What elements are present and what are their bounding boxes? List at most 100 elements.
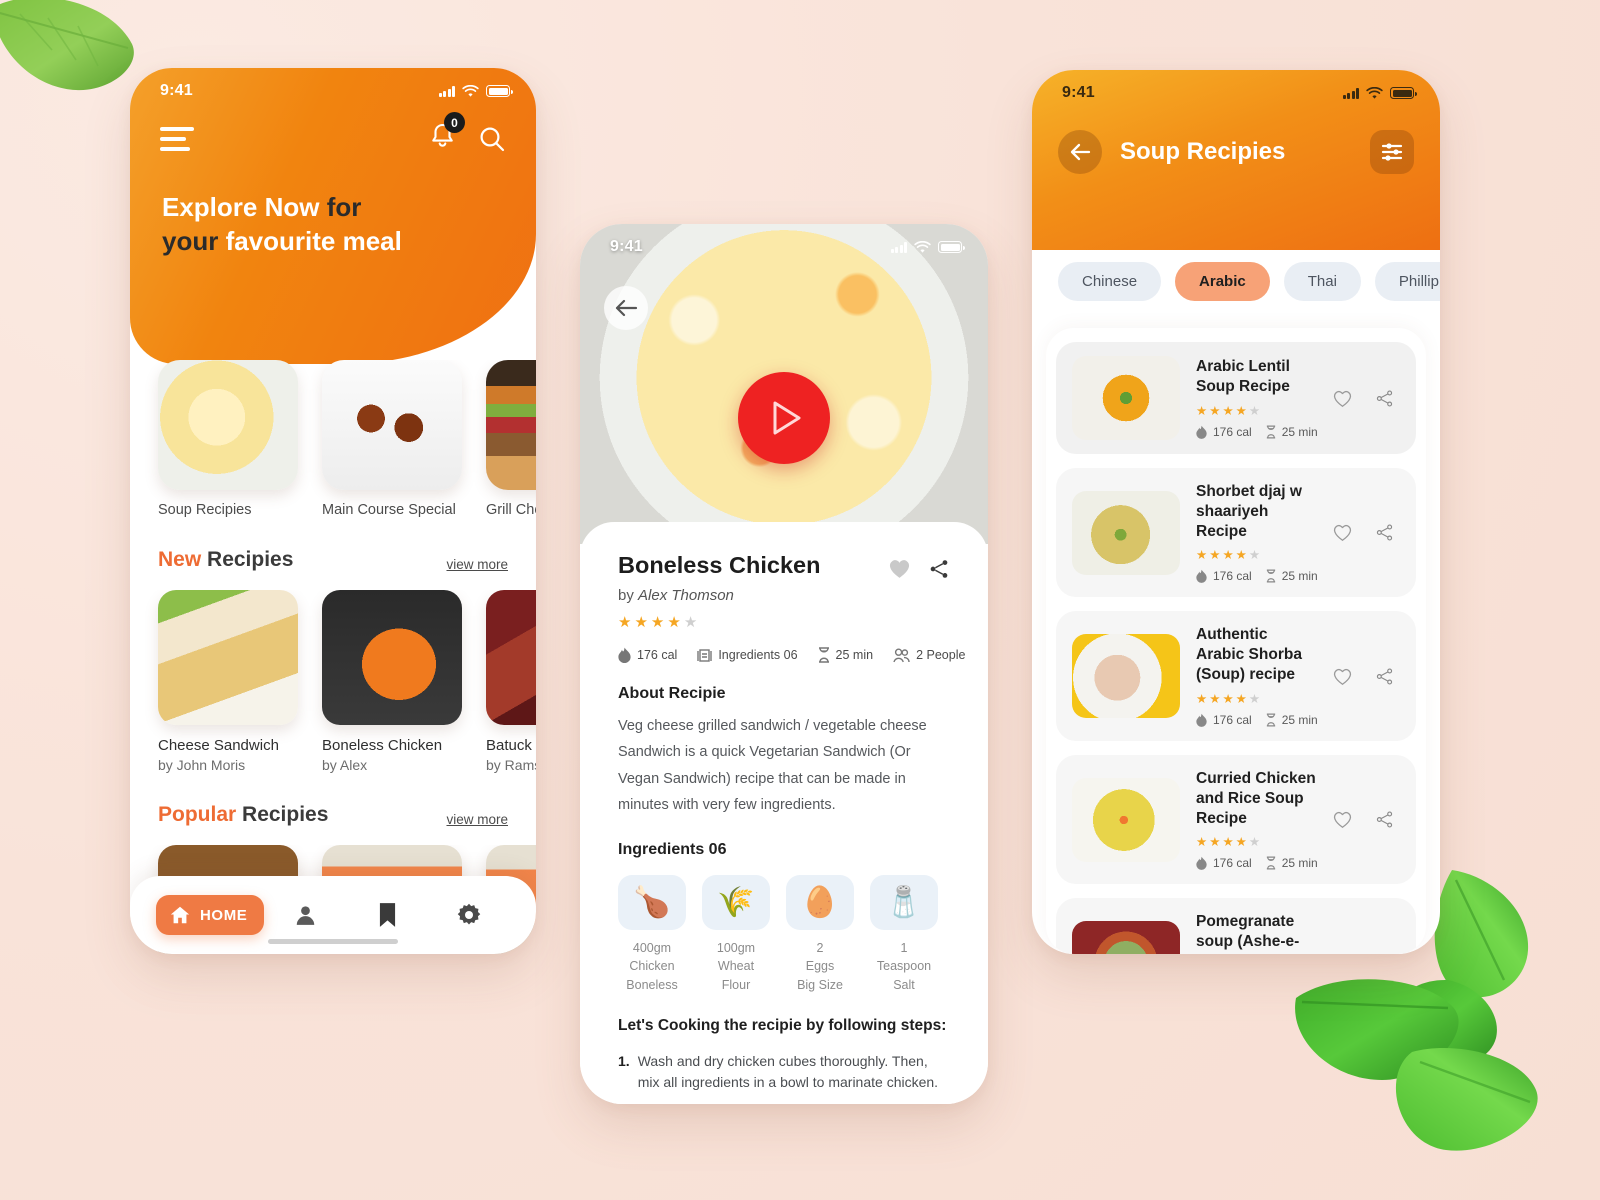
heart-outline-icon[interactable] (1332, 389, 1353, 408)
star-filled: ★ (1235, 691, 1247, 706)
stat-time: 25 min (1266, 425, 1318, 439)
share-icon[interactable] (1375, 810, 1394, 829)
play-video-button[interactable] (738, 372, 830, 464)
ingredient-amount: 1 (900, 940, 908, 955)
bookmark-icon (379, 903, 395, 927)
ingredient-item[interactable]: 🥚 2 Eggs Big Size (786, 874, 854, 995)
section-header-new: New Recipies view more (130, 518, 536, 590)
recipe-list-item[interactable]: Pomegranate soup (Ashe-e-anar) Recipe ★★… (1056, 898, 1416, 954)
recipe-name: Pomegranate soup (Ashe-e-anar) Recipe (1196, 913, 1300, 954)
tab-profile[interactable] (264, 903, 346, 928)
stat-calories: 176 cal (1196, 425, 1252, 439)
flame-icon (1196, 570, 1207, 584)
ingredient-item[interactable]: 🍗 400gm Chicken Boneless (618, 874, 686, 995)
ingredient-line3: Flour (721, 978, 751, 992)
status-icons (1342, 86, 1417, 100)
stat-label: 25 min (1281, 424, 1318, 439)
tab-home[interactable]: HOME (156, 895, 265, 935)
notifications-button[interactable]: 0 (429, 112, 465, 156)
new-recipes-row[interactable]: Cheese Sandwich by John Moris Boneless C… (130, 590, 536, 773)
category-label: Main Course Special (322, 502, 456, 518)
star-filled: ★ (1235, 403, 1247, 418)
recipe-list[interactable]: Arabic Lentil Soup Recipe ★ ★ ★ ★ ★ 176 cal … (1046, 328, 1426, 954)
hero-line1-rest: for (319, 192, 362, 222)
recipe-card[interactable]: Batuck Tu by Ramsh (486, 590, 536, 773)
hero-line2-rest: favourite meal (218, 226, 402, 257)
share-icon[interactable] (1375, 523, 1394, 542)
tab-bookmarks[interactable] (346, 902, 428, 928)
ingredient-line3: Salt (893, 978, 915, 992)
stat-time: 25 min (818, 647, 873, 663)
view-more-link[interactable]: view more (446, 557, 508, 572)
chip-chinese[interactable]: Chinese (1058, 262, 1162, 301)
recipe-name: Shorbet djaj w shaariyeh Recipe (1196, 483, 1302, 540)
stat-label: Ingredients 06 (718, 648, 798, 662)
back-button[interactable] (1058, 130, 1102, 174)
heart-outline-icon[interactable] (1332, 667, 1353, 686)
tab-settings[interactable] (428, 902, 510, 928)
star-filled: ★ (1196, 548, 1208, 563)
home-topbar: 0 (130, 100, 536, 156)
cuisine-filter-chips[interactable]: Chinese Arabic Thai Phillipines (1032, 262, 1440, 301)
category-thumbnail (158, 360, 298, 490)
ingredients-row[interactable]: 🍗 400gm Chicken Boneless 🌾 100gm Wheat F… (618, 874, 950, 995)
recipe-info: Arabic Lentil Soup Recipe ★ ★ ★ ★ ★ 176 cal … (1196, 357, 1318, 439)
hourglass-icon (1266, 425, 1275, 439)
ingredient-line2: Eggs (805, 959, 835, 974)
stat-time: 25 min (1266, 569, 1318, 583)
share-icon[interactable] (1375, 389, 1394, 408)
ingredient-line2: Teaspoon (876, 959, 932, 974)
recipe-list-item[interactable]: Curried Chicken and Rice Soup Recipe ★ ★ ★… (1056, 754, 1416, 885)
category-row[interactable]: Soup Recipies Main Course Special Grill … (130, 360, 536, 518)
recipe-list-item[interactable]: Authentic Arabic Shorba (Soup) recipe ★ ★… (1056, 611, 1416, 741)
recipe-rating[interactable]: ★ ★ ★ ★ ★ (618, 613, 950, 631)
section-title-accent: Popular (158, 803, 237, 826)
chip-phillipines[interactable]: Phillipines (1374, 262, 1440, 301)
heart-outline-icon[interactable] (1332, 810, 1353, 829)
recipe-rating: ★ ★ ★ ★ ★ (1196, 691, 1316, 706)
phone-soup-list: 9:41 Soup Recipies Chinese Arabic Thai P… (1032, 70, 1440, 954)
chip-arabic[interactable]: Arabic (1175, 262, 1270, 301)
recipe-list-item[interactable]: Arabic Lentil Soup Recipe ★ ★ ★ ★ ★ 176 cal … (1056, 342, 1416, 454)
category-card[interactable]: Main Course Special (322, 360, 462, 518)
hero-headline: Explore Now for your favourite meal (130, 156, 536, 259)
egg-icon: 🥚 (786, 874, 854, 930)
recipe-actions (1332, 523, 1400, 542)
category-card[interactable]: Soup Recipies (158, 360, 298, 518)
view-more-link[interactable]: view more (446, 812, 508, 827)
star-empty: ★ (1248, 548, 1261, 563)
recipe-rating: ★ ★ ★ ★ ★ (1196, 403, 1316, 418)
home-content: Soup Recipies Main Course Special Grill … (130, 360, 536, 954)
about-text: Veg cheese grilled sandwich / vegetable … (618, 718, 927, 814)
share-icon[interactable] (1375, 667, 1394, 686)
heart-outline-icon[interactable] (1332, 523, 1353, 542)
ingredient-item[interactable]: 🌾 100gm Wheat Flour (702, 874, 770, 995)
hourglass-icon (1266, 570, 1275, 583)
chip-thai[interactable]: Thai (1283, 262, 1361, 301)
recipe-actions (1332, 389, 1400, 408)
recipe-name: Boneless Chicken (322, 737, 443, 754)
home-topbar-actions: 0 (429, 112, 506, 156)
search-icon[interactable] (478, 125, 506, 153)
arrow-left-icon (615, 299, 638, 317)
heart-icon[interactable] (887, 557, 912, 580)
recipe-info: Pomegranate soup (Ashe-e-anar) Recipe ★★… (1196, 912, 1316, 954)
category-card[interactable]: Grill Chesse (486, 360, 536, 518)
ingredient-item[interactable]: 🧂 1 Teaspoon Salt (870, 874, 938, 995)
home-hero: 9:41 0 Explore Now for your favourite me… (130, 68, 536, 364)
recipe-list-item[interactable]: Shorbet djaj w shaariyeh Recipe ★ ★ ★ ★ ★ 17… (1056, 468, 1416, 598)
recipe-card[interactable]: Cheese Sandwich by John Moris (158, 590, 298, 773)
detail-title-row: Boneless Chicken (618, 552, 950, 580)
back-button[interactable] (604, 286, 648, 330)
filter-button[interactable] (1370, 130, 1414, 174)
section-title-accent: New (158, 548, 202, 571)
stat-label: 25 min (1281, 569, 1318, 584)
hamburger-menu-icon[interactable] (160, 127, 194, 151)
star-filled: ★ (667, 614, 681, 631)
recipe-card[interactable]: Boneless Chicken by Alex (322, 590, 462, 773)
stat-label: 176 cal (1213, 856, 1252, 871)
share-icon[interactable] (928, 558, 950, 580)
recipe-stats: 176 cal Ingredients 06 25 min 2 People (618, 647, 965, 663)
status-bar: 9:41 (580, 224, 988, 256)
stat-ingredients: Ingredients 06 (697, 647, 798, 663)
